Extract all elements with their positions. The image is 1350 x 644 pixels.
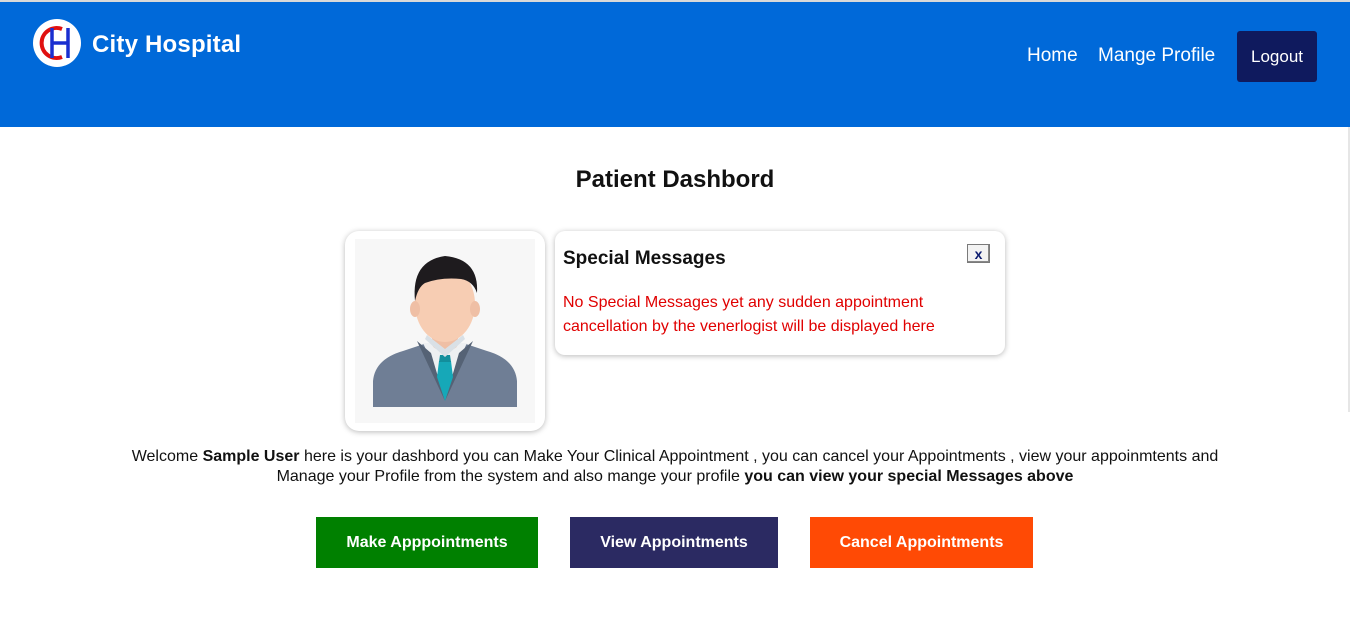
avatar-card — [345, 231, 545, 431]
close-messages-button[interactable]: x — [967, 244, 990, 263]
page-title: Patient Dashbord — [575, 166, 775, 193]
special-messages-text: No Special Messages yet any sudden appoi… — [563, 294, 935, 335]
cancel-appointments-button[interactable]: Cancel Appointments — [810, 517, 1033, 568]
welcome-emphasis: you can view your special Messages above — [744, 468, 1074, 485]
special-messages-card: Special Messages x No Special Messages y… — [555, 231, 1005, 355]
logout-button[interactable]: Logout — [1237, 31, 1317, 82]
view-appointments-button[interactable]: View Appointments — [570, 517, 778, 568]
welcome-text: Welcome Sample User here is your dashbor… — [120, 447, 1230, 487]
welcome-prefix: Welcome — [131, 448, 203, 465]
special-messages-title: Special Messages — [563, 248, 726, 269]
top-navbar: City Hospital Home Mange Profile Logout — [0, 2, 1350, 127]
city-hospital-logo-icon[interactable] — [32, 18, 82, 68]
nav-manage-profile-link[interactable]: Mange Profile — [1098, 45, 1215, 67]
brand-name[interactable]: City Hospital — [92, 31, 241, 59]
patient-avatar — [355, 239, 535, 423]
welcome-user-name: Sample User — [202, 448, 300, 465]
make-appointments-button[interactable]: Make Apppointments — [316, 517, 538, 568]
nav-home-link[interactable]: Home — [1027, 45, 1078, 67]
